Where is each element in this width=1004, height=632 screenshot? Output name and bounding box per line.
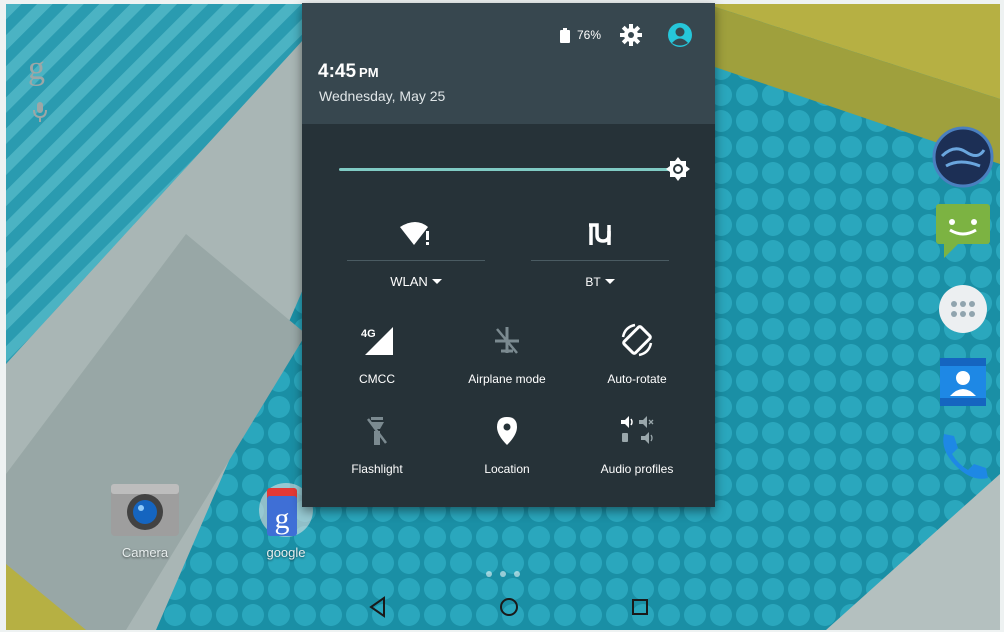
shade-header: 76% 4:45 PM Wednesday, May 25 xyxy=(302,3,715,124)
clock: 4:45 PM xyxy=(318,61,379,83)
microphone-icon[interactable] xyxy=(33,102,47,122)
settings-gear-icon[interactable] xyxy=(620,24,642,46)
location-pin-icon xyxy=(497,417,517,445)
back-button[interactable] xyxy=(368,596,388,618)
svg-text:4G: 4G xyxy=(361,328,376,340)
tile-label: Flashlight xyxy=(351,462,403,476)
wlan-tile[interactable] xyxy=(347,221,485,252)
tile-cmcc[interactable]: 4G CMCC xyxy=(327,323,427,386)
messaging-icon[interactable] xyxy=(934,202,992,260)
svg-text:g: g xyxy=(275,502,290,535)
tile-location[interactable]: Location xyxy=(457,415,557,476)
page-dot xyxy=(514,571,520,577)
wlan-divider xyxy=(347,260,485,261)
google-search-icon[interactable]: g xyxy=(28,52,45,86)
date: Wednesday, May 25 xyxy=(319,88,446,104)
battery-percentage: 76% xyxy=(577,28,602,42)
camera-icon xyxy=(111,484,179,536)
tile-label: Location xyxy=(484,462,530,476)
browser-globe-icon[interactable] xyxy=(932,126,994,188)
tile-label: Audio profiles xyxy=(600,462,674,476)
page-dot xyxy=(500,571,506,577)
app-label: google xyxy=(266,545,306,560)
rotate-icon xyxy=(621,323,653,357)
audio-profiles-icon xyxy=(621,416,654,444)
tile-flashlight[interactable]: Flashlight xyxy=(327,415,427,476)
flashlight-icon xyxy=(367,417,387,445)
tile-auto-rotate[interactable]: Auto-rotate xyxy=(587,323,687,386)
brightness-slider[interactable] xyxy=(339,168,672,171)
chevron-down-icon xyxy=(604,279,615,285)
contacts-icon[interactable] xyxy=(938,356,988,408)
bt-dropdown[interactable]: BT xyxy=(531,273,669,291)
bt-tile[interactable] xyxy=(531,221,669,254)
clock-ampm: PM xyxy=(359,65,379,80)
airplane-icon xyxy=(495,327,519,354)
tile-airplane-mode[interactable]: Airplane mode xyxy=(457,323,557,386)
phone-icon[interactable] xyxy=(936,428,994,486)
battery-icon xyxy=(560,28,570,43)
chevron-down-icon xyxy=(431,279,442,285)
app-camera[interactable]: Camera xyxy=(100,480,190,560)
wlan-dropdown[interactable]: WLAN xyxy=(347,273,485,291)
recents-button[interactable] xyxy=(630,596,650,618)
wlan-label: WLAN xyxy=(390,274,428,289)
page-indicator xyxy=(486,571,520,577)
tile-audio-profiles[interactable]: Audio profiles xyxy=(587,415,687,476)
clock-time: 4:45 xyxy=(318,61,357,82)
bt-divider xyxy=(531,260,669,261)
page-dot xyxy=(486,571,492,577)
brightness-icon[interactable] xyxy=(666,157,690,181)
app-label: Camera xyxy=(121,545,169,560)
user-account-icon[interactable] xyxy=(667,22,693,48)
wifi-warning-icon xyxy=(400,222,429,245)
tile-label: Airplane mode xyxy=(468,372,546,386)
bluetooth-off-icon xyxy=(589,223,611,245)
bt-label: BT xyxy=(585,275,601,289)
signal-4g-icon: 4G xyxy=(361,327,393,355)
tile-label: Auto-rotate xyxy=(607,372,667,386)
app-drawer-icon[interactable] xyxy=(938,284,988,334)
quick-settings-panel: 76% 4:45 PM Wednesday, May 25 WLAN BT 4G… xyxy=(302,3,715,507)
tile-label: CMCC xyxy=(359,372,395,386)
home-button[interactable] xyxy=(498,596,520,618)
